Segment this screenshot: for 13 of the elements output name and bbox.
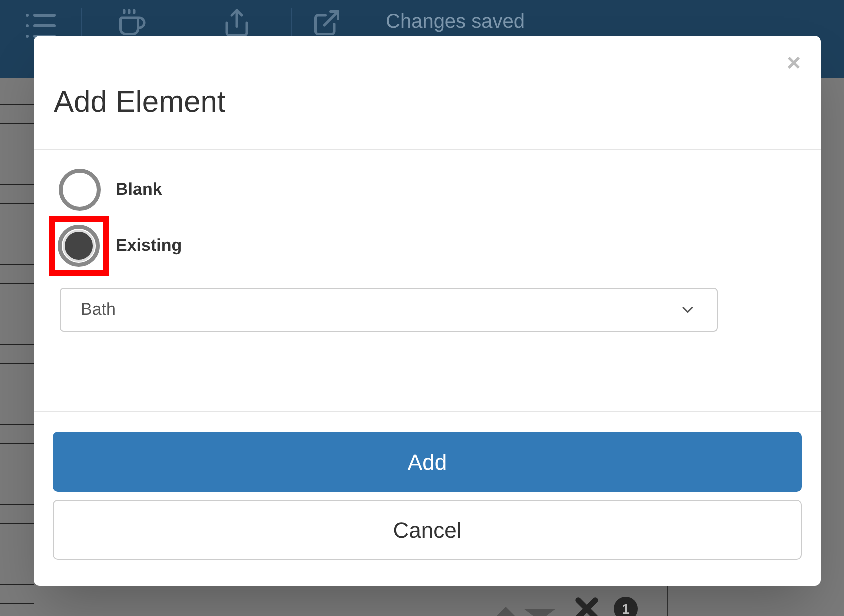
cancel-button[interactable]: Cancel	[53, 500, 802, 560]
status-text: Changes saved	[386, 10, 525, 34]
dialog-title: Add Element	[54, 86, 226, 119]
add-button[interactable]: Add	[53, 432, 802, 492]
radio-label: Blank	[116, 179, 162, 202]
cup-icon[interactable]	[117, 8, 147, 38]
radio-label: Existing	[116, 235, 182, 258]
count-badge: 1	[614, 597, 638, 616]
radio-button[interactable]	[59, 169, 101, 211]
row-divider	[0, 584, 34, 604]
external-link-icon[interactable]	[312, 8, 342, 38]
radio-button[interactable]	[58, 225, 100, 267]
element-select[interactable]: Bath	[60, 288, 718, 332]
